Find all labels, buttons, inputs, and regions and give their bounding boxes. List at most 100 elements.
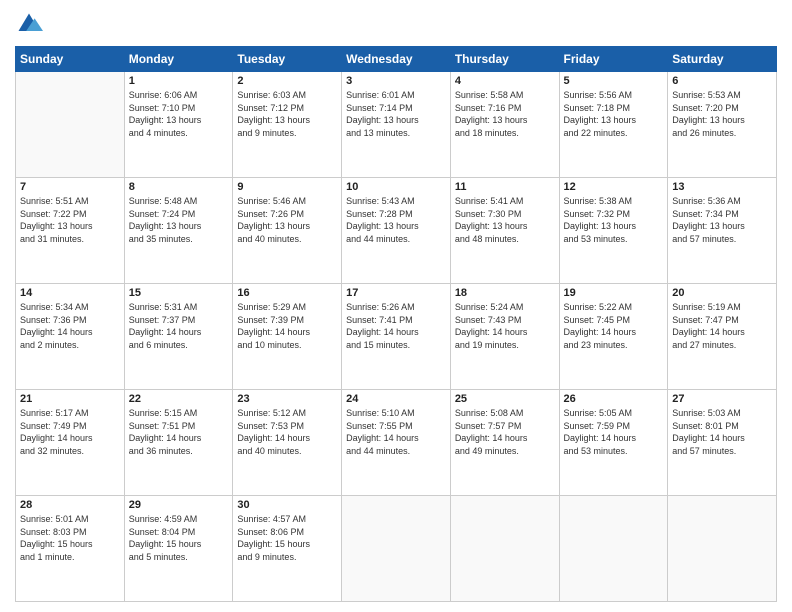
calendar-cell: 23 Sunrise: 5:12 AM Sunset: 7:53 PM Dayli… — [233, 390, 342, 496]
day-info: Sunrise: 5:56 AM Sunset: 7:18 PM Dayligh… — [564, 89, 664, 139]
day-number: 10 — [346, 181, 446, 193]
calendar-cell — [559, 496, 668, 602]
header — [15, 10, 777, 38]
day-info: Sunrise: 5:24 AM Sunset: 7:43 PM Dayligh… — [455, 301, 555, 351]
day-info: Sunrise: 5:26 AM Sunset: 7:41 PM Dayligh… — [346, 301, 446, 351]
day-info: Sunrise: 4:57 AM Sunset: 8:06 PM Dayligh… — [237, 513, 337, 563]
calendar-cell: 17 Sunrise: 5:26 AM Sunset: 7:41 PM Dayli… — [342, 284, 451, 390]
day-header-monday: Monday — [124, 47, 233, 72]
calendar-cell: 8Sunrise: 5:48 AM Sunset: 7:24 PM Daylig… — [124, 178, 233, 284]
day-info: Sunrise: 6:03 AM Sunset: 7:12 PM Dayligh… — [237, 89, 337, 139]
day-number: 20 — [672, 287, 772, 299]
week-row-4: 21 Sunrise: 5:17 AM Sunset: 7:49 PM Dayli… — [16, 390, 777, 496]
day-header-saturday: Saturday — [668, 47, 777, 72]
calendar-cell: 6 Sunrise: 5:53 AM Sunset: 7:20 PM Daylig… — [668, 72, 777, 178]
day-number: 12 — [564, 181, 664, 193]
page: SundayMondayTuesdayWednesdayThursdayFrid… — [0, 0, 792, 612]
day-info: Sunrise: 5:58 AM Sunset: 7:16 PM Dayligh… — [455, 89, 555, 139]
calendar-cell: 3Sunrise: 6:01 AM Sunset: 7:14 PM Daylig… — [342, 72, 451, 178]
day-info: Sunrise: 5:12 AM Sunset: 7:53 PM Dayligh… — [237, 407, 337, 457]
calendar-cell — [342, 496, 451, 602]
day-number: 5 — [564, 75, 664, 87]
calendar-cell: 2 Sunrise: 6:03 AM Sunset: 7:12 PM Daylig… — [233, 72, 342, 178]
day-info: Sunrise: 5:41 AM Sunset: 7:30 PM Dayligh… — [455, 195, 555, 245]
calendar-cell: 12 Sunrise: 5:38 AM Sunset: 7:32 PM Dayli… — [559, 178, 668, 284]
day-info: Sunrise: 5:19 AM Sunset: 7:47 PM Dayligh… — [672, 301, 772, 351]
calendar-cell: 9Sunrise: 5:46 AM Sunset: 7:26 PM Daylig… — [233, 178, 342, 284]
calendar-cell: 27Sunrise: 5:03 AM Sunset: 8:01 PM Dayli… — [668, 390, 777, 496]
day-info: Sunrise: 5:38 AM Sunset: 7:32 PM Dayligh… — [564, 195, 664, 245]
calendar-cell: 25 Sunrise: 5:08 AM Sunset: 7:57 PM Dayli… — [450, 390, 559, 496]
calendar-cell: 21 Sunrise: 5:17 AM Sunset: 7:49 PM Dayli… — [16, 390, 125, 496]
day-number: 30 — [237, 499, 337, 511]
day-info: Sunrise: 5:29 AM Sunset: 7:39 PM Dayligh… — [237, 301, 337, 351]
calendar-cell: 11Sunrise: 5:41 AM Sunset: 7:30 PM Dayli… — [450, 178, 559, 284]
calendar-body: 1 Sunrise: 6:06 AM Sunset: 7:10 PM Daylig… — [16, 72, 777, 602]
calendar-header: SundayMondayTuesdayWednesdayThursdayFrid… — [16, 47, 777, 72]
day-number: 27 — [672, 393, 772, 405]
calendar-cell: 14 Sunrise: 5:34 AM Sunset: 7:36 PM Dayli… — [16, 284, 125, 390]
day-header-thursday: Thursday — [450, 47, 559, 72]
day-header-wednesday: Wednesday — [342, 47, 451, 72]
day-number: 29 — [129, 499, 229, 511]
day-number: 25 — [455, 393, 555, 405]
logo — [15, 10, 47, 38]
calendar-cell: 15 Sunrise: 5:31 AM Sunset: 7:37 PM Dayli… — [124, 284, 233, 390]
day-number: 9 — [237, 181, 337, 193]
day-info: Sunrise: 5:43 AM Sunset: 7:28 PM Dayligh… — [346, 195, 446, 245]
day-info: Sunrise: 5:17 AM Sunset: 7:49 PM Dayligh… — [20, 407, 120, 457]
day-info: Sunrise: 5:05 AM Sunset: 7:59 PM Dayligh… — [564, 407, 664, 457]
day-number: 15 — [129, 287, 229, 299]
day-info: Sunrise: 5:48 AM Sunset: 7:24 PM Dayligh… — [129, 195, 229, 245]
calendar-cell — [450, 496, 559, 602]
day-number: 24 — [346, 393, 446, 405]
logo-icon — [15, 10, 43, 38]
calendar-cell: 13 Sunrise: 5:36 AM Sunset: 7:34 PM Dayli… — [668, 178, 777, 284]
day-number: 26 — [564, 393, 664, 405]
calendar: SundayMondayTuesdayWednesdayThursdayFrid… — [15, 46, 777, 602]
calendar-cell: 28 Sunrise: 5:01 AM Sunset: 8:03 PM Dayli… — [16, 496, 125, 602]
day-number: 4 — [455, 75, 555, 87]
calendar-cell: 26 Sunrise: 5:05 AM Sunset: 7:59 PM Dayli… — [559, 390, 668, 496]
day-number: 1 — [129, 75, 229, 87]
calendar-cell: 5 Sunrise: 5:56 AM Sunset: 7:18 PM Daylig… — [559, 72, 668, 178]
day-header-friday: Friday — [559, 47, 668, 72]
day-info: Sunrise: 5:08 AM Sunset: 7:57 PM Dayligh… — [455, 407, 555, 457]
header-row: SundayMondayTuesdayWednesdayThursdayFrid… — [16, 47, 777, 72]
calendar-cell: 24Sunrise: 5:10 AM Sunset: 7:55 PM Dayli… — [342, 390, 451, 496]
calendar-cell: 18 Sunrise: 5:24 AM Sunset: 7:43 PM Dayli… — [450, 284, 559, 390]
calendar-cell — [668, 496, 777, 602]
day-number: 2 — [237, 75, 337, 87]
day-number: 17 — [346, 287, 446, 299]
day-number: 6 — [672, 75, 772, 87]
day-info: Sunrise: 5:15 AM Sunset: 7:51 PM Dayligh… — [129, 407, 229, 457]
week-row-3: 14 Sunrise: 5:34 AM Sunset: 7:36 PM Dayli… — [16, 284, 777, 390]
week-row-5: 28 Sunrise: 5:01 AM Sunset: 8:03 PM Dayli… — [16, 496, 777, 602]
calendar-cell: 22 Sunrise: 5:15 AM Sunset: 7:51 PM Dayli… — [124, 390, 233, 496]
day-number: 14 — [20, 287, 120, 299]
calendar-cell: 30 Sunrise: 4:57 AM Sunset: 8:06 PM Dayli… — [233, 496, 342, 602]
calendar-cell: 29 Sunrise: 4:59 AM Sunset: 8:04 PM Dayli… — [124, 496, 233, 602]
calendar-cell: 19Sunrise: 5:22 AM Sunset: 7:45 PM Dayli… — [559, 284, 668, 390]
calendar-cell: 20 Sunrise: 5:19 AM Sunset: 7:47 PM Dayli… — [668, 284, 777, 390]
day-info: Sunrise: 6:01 AM Sunset: 7:14 PM Dayligh… — [346, 89, 446, 139]
day-info: Sunrise: 5:34 AM Sunset: 7:36 PM Dayligh… — [20, 301, 120, 351]
day-info: Sunrise: 5:01 AM Sunset: 8:03 PM Dayligh… — [20, 513, 120, 563]
day-info: Sunrise: 5:36 AM Sunset: 7:34 PM Dayligh… — [672, 195, 772, 245]
day-number: 21 — [20, 393, 120, 405]
day-number: 18 — [455, 287, 555, 299]
day-info: Sunrise: 4:59 AM Sunset: 8:04 PM Dayligh… — [129, 513, 229, 563]
day-info: Sunrise: 5:31 AM Sunset: 7:37 PM Dayligh… — [129, 301, 229, 351]
calendar-cell: 16 Sunrise: 5:29 AM Sunset: 7:39 PM Dayli… — [233, 284, 342, 390]
day-header-tuesday: Tuesday — [233, 47, 342, 72]
day-info: Sunrise: 5:22 AM Sunset: 7:45 PM Dayligh… — [564, 301, 664, 351]
day-number: 22 — [129, 393, 229, 405]
day-info: Sunrise: 5:53 AM Sunset: 7:20 PM Dayligh… — [672, 89, 772, 139]
day-header-sunday: Sunday — [16, 47, 125, 72]
day-number: 13 — [672, 181, 772, 193]
day-number: 23 — [237, 393, 337, 405]
day-number: 28 — [20, 499, 120, 511]
week-row-1: 1 Sunrise: 6:06 AM Sunset: 7:10 PM Daylig… — [16, 72, 777, 178]
day-info: Sunrise: 6:06 AM Sunset: 7:10 PM Dayligh… — [129, 89, 229, 139]
day-number: 16 — [237, 287, 337, 299]
